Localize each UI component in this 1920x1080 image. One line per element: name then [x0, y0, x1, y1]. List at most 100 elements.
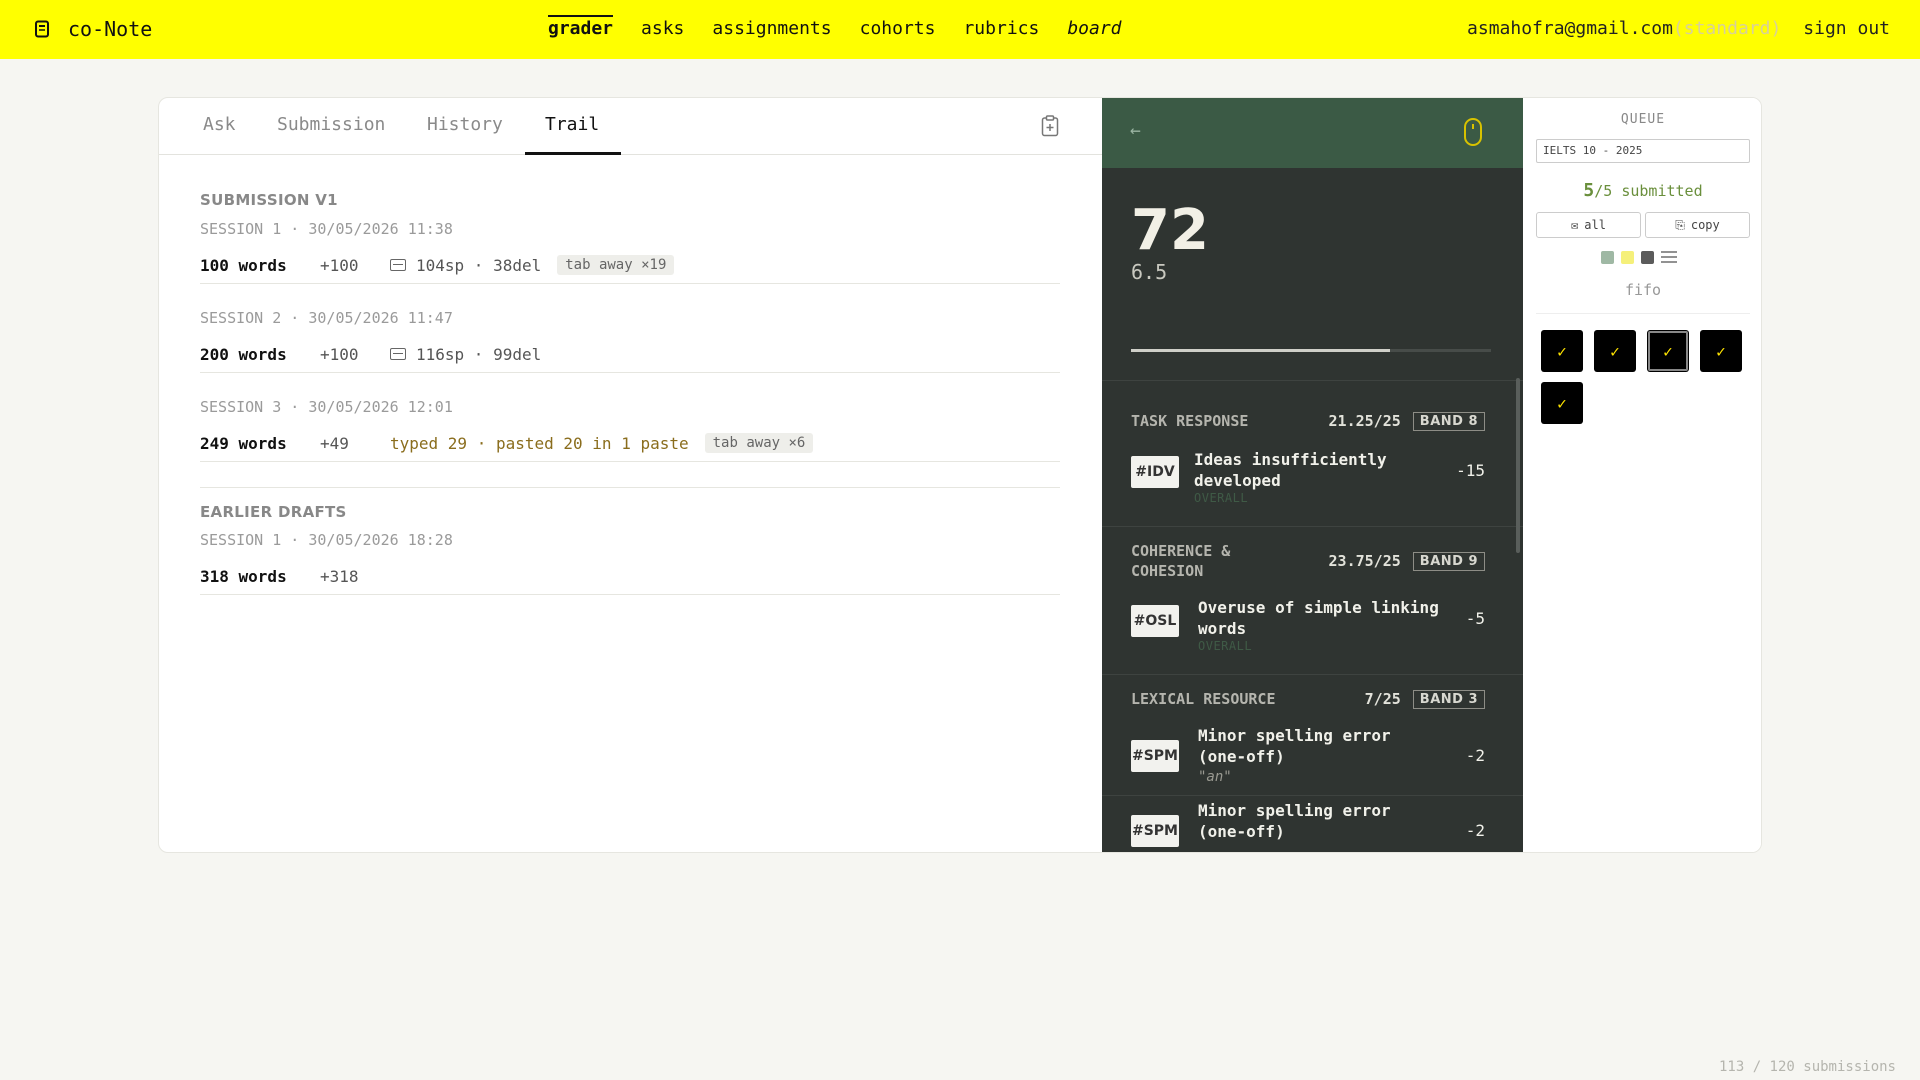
keystroke-count: 104sp · 38del — [416, 255, 542, 275]
app-name: co-Note — [68, 17, 153, 41]
scrollbar[interactable] — [1516, 378, 1520, 553]
divider — [1536, 313, 1750, 314]
grader-card: Ask Submission History Trail SUBMISSION … — [158, 97, 1762, 853]
keystroke-count: 116sp · 99del — [416, 344, 542, 364]
deduction-tag: #OSL — [1131, 605, 1179, 637]
criterion-name: COHERENCE & COHESION — [1131, 542, 1231, 580]
word-count: 200 words — [200, 344, 287, 364]
word-delta: +100 — [320, 255, 359, 275]
brand[interactable]: co-Note — [34, 17, 152, 41]
deduction-tag: #SPM — [1131, 740, 1179, 772]
divider — [1102, 674, 1523, 675]
divider — [200, 487, 1060, 488]
nav-board[interactable]: board — [1067, 18, 1121, 40]
word-delta: +318 — [320, 566, 359, 586]
divider — [200, 372, 1060, 373]
back-arrow-icon[interactable]: ← — [1130, 120, 1141, 141]
nav-asks[interactable]: asks — [641, 18, 684, 40]
deduction-item[interactable]: #SPM Minor spelling error (one-off) -2 — [1131, 800, 1485, 852]
word-delta: +100 — [320, 344, 359, 364]
divider — [1102, 380, 1523, 381]
queue-item[interactable]: ✓ — [1541, 382, 1583, 424]
divider — [200, 594, 1060, 595]
list-view-icon[interactable] — [1661, 250, 1677, 264]
submitted-number: 5 — [1583, 180, 1595, 201]
submissions-footer: 113 / 120 submissions — [1718, 1059, 1896, 1075]
divider — [1102, 526, 1523, 527]
deduction-item[interactable]: #OSL Overuse of simple linking words -5 … — [1131, 597, 1485, 657]
copy-label: copy — [1690, 218, 1720, 232]
deduction-tag: #IDV — [1131, 456, 1179, 488]
filter-yellow-swatch[interactable] — [1621, 250, 1634, 264]
keystroke-stats: 104sp · 38del — [390, 256, 541, 275]
tab-away-badge: tab away ×6 — [704, 433, 814, 453]
deduction-text: Minor spelling error (one-off) — [1198, 726, 1391, 766]
deduction-tag: #SPM — [1131, 815, 1179, 847]
account-plan: (standard) — [1672, 18, 1782, 39]
email-all-label: all — [1584, 218, 1606, 232]
mouse-icon[interactable] — [1463, 117, 1483, 147]
cohort-select[interactable]: IELTS 10 - 2025 — [1536, 139, 1750, 163]
section-title: SUBMISSION V1 — [200, 191, 338, 209]
copy-icon: ⎘ — [1675, 217, 1685, 232]
criterion-header: TASK RESPONSE 21.25/25 BAND 8 — [1131, 411, 1485, 431]
overall-band: 6.5 — [1131, 260, 1168, 284]
queue-actions: ✉ all ⎘ copy — [1536, 212, 1750, 238]
submission-pane: Ask Submission History Trail SUBMISSION … — [159, 98, 1102, 852]
filter-dark-swatch[interactable] — [1641, 250, 1654, 264]
email-all-button[interactable]: ✉ all — [1536, 212, 1641, 238]
nav-assignments[interactable]: assignments — [712, 18, 831, 40]
criterion-band: BAND 9 — [1412, 551, 1485, 571]
submitted-label: submitted — [1612, 182, 1703, 200]
criterion-header: COHERENCE & COHESION 23.75/25 BAND 9 — [1131, 541, 1485, 581]
view-filters — [1601, 250, 1677, 264]
top-bar: co-Note grader asks assignments cohorts … — [0, 0, 1920, 59]
filter-green-swatch[interactable] — [1601, 250, 1614, 264]
word-count: 249 words — [200, 433, 287, 453]
account-info: asmahofra@gmail.com(standard) — [1467, 18, 1781, 39]
queue-item-selected[interactable]: ✓ — [1647, 330, 1689, 372]
deduction-quote: "an" — [1198, 769, 1232, 785]
main-nav: grader asks assignments cohorts rubrics … — [548, 15, 1122, 40]
sign-out-link[interactable]: sign out — [1803, 18, 1890, 39]
section-title: EARLIER DRAFTS — [200, 503, 347, 521]
queue-item[interactable]: ✓ — [1541, 330, 1583, 372]
tab-submission[interactable]: Submission — [277, 114, 385, 135]
deduction-item[interactable]: #IDV Ideas insufficiently developed -15 … — [1131, 449, 1485, 509]
nav-grader[interactable]: grader — [548, 15, 614, 40]
session-label: SESSION 1 · 30/05/2026 18:28 — [200, 531, 453, 549]
queue-item[interactable]: ✓ — [1700, 330, 1742, 372]
queue-order[interactable]: fifo — [1523, 281, 1761, 299]
keyboard-icon — [390, 259, 406, 271]
nav-cohorts[interactable]: cohorts — [860, 18, 936, 40]
criterion-name: TASK RESPONSE — [1131, 412, 1249, 430]
tab-away-badge: tab away ×19 — [557, 255, 675, 275]
deduction-scope: OVERALL — [1194, 491, 1249, 505]
score-progress-fill — [1131, 349, 1391, 352]
submitted-total: /5 — [1594, 182, 1613, 200]
tab-history[interactable]: History — [427, 114, 503, 135]
active-tab-indicator — [525, 152, 621, 155]
criterion-score: 21.25/25 — [1328, 412, 1401, 430]
nav-rubrics[interactable]: rubrics — [963, 18, 1039, 40]
copy-button[interactable]: ⎘ copy — [1645, 212, 1750, 238]
criterion-name: LEXICAL RESOURCE — [1131, 690, 1276, 708]
queue-item[interactable]: ✓ — [1594, 330, 1636, 372]
session-row: 200 words +100 116sp · 99del — [200, 343, 1060, 365]
tab-ask[interactable]: Ask — [203, 114, 236, 135]
submitted-count: 5/5 submitted — [1523, 180, 1761, 201]
tab-bar: Ask Submission History Trail — [159, 98, 1102, 155]
deduction-item[interactable]: #SPM Minor spelling error (one-off) -2 "… — [1131, 725, 1485, 787]
word-count: 100 words — [200, 255, 287, 275]
criterion-band: BAND 8 — [1412, 411, 1485, 431]
word-count: 318 words — [200, 566, 287, 586]
notebook-icon — [35, 20, 49, 38]
criterion-header: LEXICAL RESOURCE 7/25 BAND 3 — [1131, 689, 1485, 709]
tab-trail[interactable]: Trail — [545, 114, 599, 135]
criterion-score: 7/25 — [1364, 690, 1401, 708]
deduction-points: -15 — [1456, 461, 1485, 480]
clipboard-add-icon[interactable] — [1041, 115, 1059, 137]
keyboard-icon — [390, 348, 406, 360]
queue-title: QUEUE — [1620, 112, 1666, 127]
session-row: 249 words +49 typed 29 · pasted 20 in 1 … — [200, 432, 1060, 454]
